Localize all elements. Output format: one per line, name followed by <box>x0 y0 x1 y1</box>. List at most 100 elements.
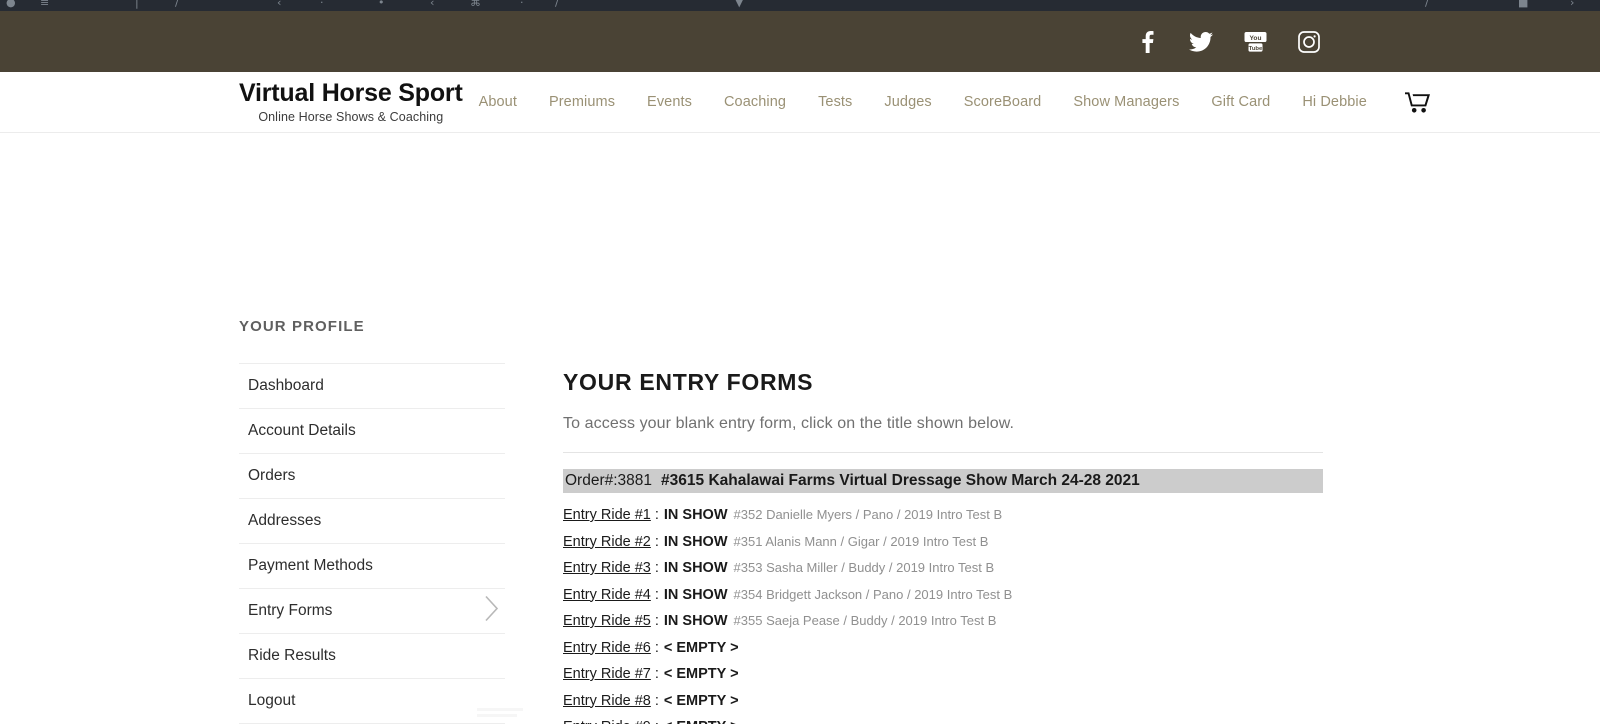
nav-link-show-managers[interactable]: Show Managers <box>1057 94 1195 110</box>
nav-link-scoreboard[interactable]: ScoreBoard <box>948 94 1058 110</box>
instagram-icon[interactable] <box>1296 29 1322 55</box>
ride-status: < EMPTY > <box>663 692 739 709</box>
chrome-glyph: · <box>320 0 324 9</box>
ride-label-link[interactable]: Entry Ride #8 <box>563 693 651 709</box>
sidebar-item-label: Addresses <box>248 512 322 529</box>
ride-label-link[interactable]: Entry Ride #2 <box>563 534 651 550</box>
sidebar-item-label: Account Details <box>248 422 356 439</box>
chrome-glyph: ‹ <box>430 0 435 9</box>
nav-link-coaching[interactable]: Coaching <box>708 94 802 110</box>
chevron-right-icon <box>483 593 501 630</box>
sidebar-item-logout[interactable]: Logout <box>239 679 505 724</box>
ride-separator: : <box>654 560 659 576</box>
sidebar-item-payment-methods[interactable]: Payment Methods <box>239 544 505 589</box>
ride-status: IN SHOW <box>663 586 728 603</box>
ride-detail: #351 Alanis Mann / Gigar / 2019 Intro Te… <box>733 533 989 549</box>
chrome-glyph: / <box>555 0 559 9</box>
ride-label-link[interactable]: Entry Ride #5 <box>563 614 651 629</box>
order-number: Order#:3881 <box>565 472 653 489</box>
ride-status: IN SHOW <box>663 613 728 629</box>
ride-status: IN SHOW <box>663 533 728 550</box>
ride-row: Entry Ride #9: < EMPTY > <box>563 714 1323 724</box>
chrome-glyph: / <box>1425 0 1429 9</box>
nav-link-gift-card[interactable]: Gift Card <box>1195 94 1286 110</box>
chrome-glyph: • <box>378 0 385 9</box>
chrome-glyph: ▼ <box>735 0 744 9</box>
ride-label-link[interactable]: Entry Ride #9 <box>563 720 651 724</box>
chrome-glyph: / <box>175 0 179 9</box>
twitter-icon[interactable] <box>1188 29 1214 55</box>
sidebar-list: Dashboard Account Details Orders Addresses P… <box>239 363 505 724</box>
site-header: Virtual Horse Sport Online Horse Shows &… <box>0 72 1600 133</box>
chrome-glyph: · <box>520 0 524 9</box>
chrome-glyph: ≡ <box>40 0 50 9</box>
ride-label-link[interactable]: Entry Ride #6 <box>563 640 651 656</box>
order-block: Order#:3881 #3615 Kahalawai Farms Virtual… <box>563 469 1323 724</box>
sidebar-item-entry-forms[interactable]: Entry Forms <box>239 589 505 634</box>
social-links: You Tube <box>1134 29 1322 55</box>
nav-link-tests[interactable]: Tests <box>802 94 868 110</box>
sidebar-item-account-details[interactable]: Account Details <box>239 409 505 454</box>
sidebar-item-label: Orders <box>248 467 296 484</box>
nav-link-about[interactable]: About <box>463 94 533 110</box>
ride-separator: : <box>654 507 659 523</box>
order-show-title-link[interactable]: #3615 Kahalawai Farms Virtual Dressage S… <box>661 472 1140 490</box>
page-body: YOUR PROFILE Dashboard Account Details Ord… <box>0 133 1600 724</box>
sidebar-item-dashboard[interactable]: Dashboard <box>239 364 505 409</box>
section-divider <box>563 452 1323 453</box>
ride-row: Entry Ride #1: IN SHOW #352 Danielle Myers… <box>563 502 1323 529</box>
svg-text:You: You <box>1249 35 1261 42</box>
sidebar-item-label: Ride Results <box>248 647 336 664</box>
ride-detail: #352 Danielle Myers / Pano / 2019 Intro … <box>733 507 1003 522</box>
svg-text:Tube: Tube <box>1248 46 1262 52</box>
nav-link-events[interactable]: Events <box>631 94 708 110</box>
entry-forms-panel: YOUR ENTRY FORMS To access your blank en… <box>563 369 1323 724</box>
ride-separator: : <box>654 666 659 682</box>
chrome-glyph: › <box>1570 0 1575 9</box>
ride-separator: : <box>654 533 659 550</box>
ride-row: Entry Ride #5: IN SHOW #355 Saeja Pease / … <box>563 608 1323 635</box>
sidebar-item-addresses[interactable]: Addresses <box>239 499 505 544</box>
youtube-icon[interactable]: You Tube <box>1242 29 1268 55</box>
ride-list: Entry Ride #1: IN SHOW #352 Danielle Myers… <box>563 502 1323 724</box>
ride-row: Entry Ride #8: < EMPTY > <box>563 688 1323 715</box>
sidebar-item-label: Entry Forms <box>248 602 333 619</box>
ride-row: Entry Ride #2: IN SHOW #351 Alanis Mann / … <box>563 529 1323 556</box>
orders-list: Order#:3881 #3615 Kahalawai Farms Virtual… <box>563 469 1323 724</box>
brand[interactable]: Virtual Horse Sport Online Horse Shows &… <box>239 80 463 125</box>
chrome-glyph: | <box>135 0 139 9</box>
ride-label-link[interactable]: Entry Ride #7 <box>563 667 651 682</box>
brand-tagline: Online Horse Shows & Coaching <box>258 110 444 125</box>
ride-label-link[interactable]: Entry Ride #4 <box>563 587 651 603</box>
main-nav: About Premiums Events Coaching Tests Judges Sc… <box>463 94 1383 110</box>
ride-status: < EMPTY > <box>664 720 739 724</box>
ride-status: IN SHOW <box>663 507 728 523</box>
ride-detail: #353 Sasha Miller / Buddy / 2019 Intro T… <box>733 560 995 575</box>
page-title: YOUR ENTRY FORMS <box>563 369 814 395</box>
ride-row: Entry Ride #6: < EMPTY > <box>563 635 1323 662</box>
ride-detail: #354 Bridgett Jackson / Pano / 2019 Intr… <box>733 586 1013 602</box>
ride-row: Entry Ride #3: IN SHOW #353 Sasha Miller /… <box>563 555 1323 582</box>
chrome-glyph: ● <box>6 0 16 9</box>
sidebar-item-ride-results[interactable]: Ride Results <box>239 634 505 679</box>
order-header-bar: Order#:3881 #3615 Kahalawai Farms Virtual… <box>563 469 1323 493</box>
social-band: You Tube <box>0 11 1600 72</box>
ride-status: IN SHOW <box>663 560 728 576</box>
ride-label-link[interactable]: Entry Ride #3 <box>563 561 651 576</box>
nav-link-premiums[interactable]: Premiums <box>533 94 631 110</box>
sidebar-item-orders[interactable]: Orders <box>239 454 505 499</box>
ride-status: < EMPTY > <box>663 639 739 656</box>
profile-sidebar: YOUR PROFILE Dashboard Account Details Ord… <box>239 318 505 724</box>
ride-separator: : <box>655 720 659 724</box>
ride-separator: : <box>654 613 659 629</box>
ride-label-link[interactable]: Entry Ride #1 <box>563 508 651 523</box>
page-subtitle: To access your blank entry form, click o… <box>563 415 1015 432</box>
cart-icon[interactable] <box>1404 91 1431 113</box>
ride-row: Entry Ride #4: IN SHOW #354 Bridgett Jacks… <box>563 582 1323 609</box>
ride-separator: : <box>654 639 659 656</box>
sidebar-item-label: Payment Methods <box>248 557 373 574</box>
nav-link-hi-debbie[interactable]: Hi Debbie <box>1286 94 1383 110</box>
ride-row: Entry Ride #7: < EMPTY > <box>563 661 1323 688</box>
nav-link-judges[interactable]: Judges <box>868 94 947 110</box>
facebook-icon[interactable] <box>1134 29 1160 55</box>
